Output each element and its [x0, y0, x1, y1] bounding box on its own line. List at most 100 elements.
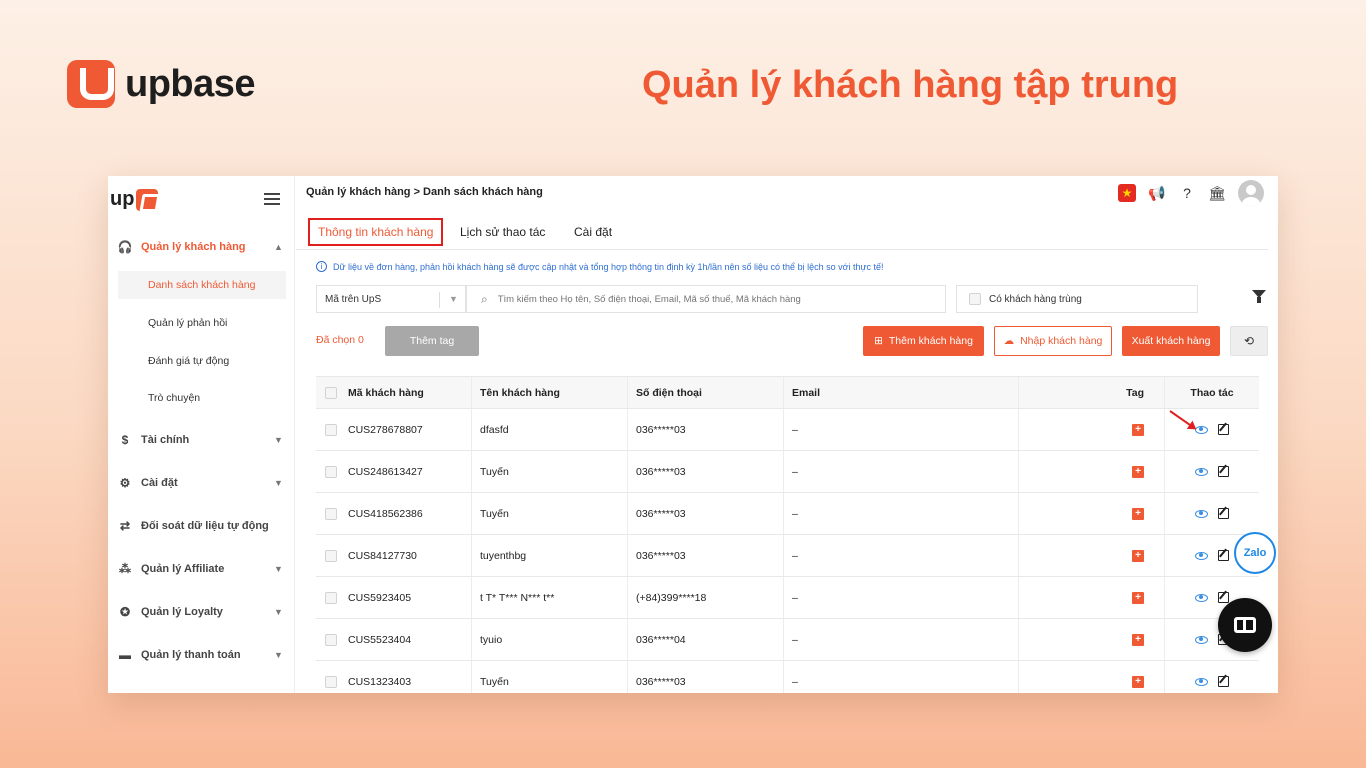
zalo-chat-widget[interactable]: Zalo — [1234, 532, 1276, 574]
sidebar-group-customers[interactable]: 🎧 Quản lý khách hàng ▲ — [108, 232, 295, 262]
cell-tag: + — [1019, 409, 1165, 450]
upbase-brand: upbase — [67, 60, 256, 108]
sidebar-item-feedback[interactable]: Quản lý phản hồi — [118, 309, 286, 337]
sidebar-item-customer-list[interactable]: Danh sách khách hàng — [118, 271, 286, 299]
view-eye-icon[interactable] — [1195, 677, 1208, 686]
headset-icon: 🎧 — [117, 240, 133, 254]
chevron-down-icon: ▼ — [274, 564, 283, 574]
award-icon: ✪ — [119, 605, 131, 619]
sidebar-logo-text: up — [110, 188, 135, 210]
main-content: Thông tin khách hàng Lịch sử thao tác Cà… — [296, 210, 1268, 693]
sidebar-item-auto-review[interactable]: Đánh giá tự động — [118, 347, 286, 375]
cell-actions — [1165, 661, 1259, 693]
cell-name: tuyenthbg — [472, 535, 628, 576]
add-tag-plus-icon[interactable]: + — [1132, 633, 1144, 646]
chat-fab-button[interactable] — [1218, 598, 1272, 652]
row-checkbox[interactable] — [325, 549, 337, 562]
sync-icon: ⇄ — [119, 519, 131, 533]
import-customer-button[interactable]: ☁ Nhập khách hàng — [994, 326, 1112, 356]
view-eye-icon[interactable] — [1195, 509, 1208, 518]
tabs: Thông tin khách hàng Lịch sử thao tác Cà… — [296, 210, 1268, 250]
ups-logo-icon — [136, 188, 159, 211]
edit-icon[interactable] — [1218, 676, 1229, 687]
row-checkbox-cell — [316, 409, 346, 450]
edit-icon[interactable] — [1218, 466, 1229, 477]
chevron-up-icon: ▲ — [274, 242, 283, 252]
chevron-down-icon: ▼ — [274, 435, 283, 445]
cell-email: – — [784, 619, 1019, 660]
cell-actions — [1165, 451, 1259, 492]
select-all-checkbox[interactable] — [325, 386, 337, 399]
add-tag-button[interactable]: Thêm tag — [385, 326, 479, 356]
sidebar-group-loyalty[interactable]: ✪ Quản lý Loyalty ▼ — [108, 597, 295, 627]
cell-actions — [1165, 493, 1259, 534]
search-input[interactable] — [497, 293, 918, 305]
table-row: CUS5523404 tyuio 036*****04– + — [316, 619, 1259, 661]
cell-phone: 036*****03 — [628, 409, 784, 450]
edit-icon[interactable] — [1218, 508, 1229, 519]
duplicate-checkbox[interactable] — [969, 293, 981, 305]
add-tag-plus-icon[interactable]: + — [1132, 549, 1144, 562]
edit-icon[interactable] — [1218, 550, 1229, 561]
view-eye-icon[interactable] — [1195, 467, 1208, 476]
table-row: CUS248613427 Tuyến 036*****03– + — [316, 451, 1259, 493]
duplicate-filter[interactable]: Có khách hàng trùng — [956, 285, 1198, 313]
add-tag-plus-icon[interactable]: + — [1132, 675, 1144, 688]
add-tag-plus-icon[interactable]: + — [1132, 591, 1144, 604]
cell-name: Tuyến — [472, 451, 628, 492]
add-customer-button[interactable]: ⊞ Thêm khách hàng — [863, 326, 984, 356]
cell-name: tyuio — [472, 619, 628, 660]
export-customer-button[interactable]: Xuất khách hàng — [1122, 326, 1220, 356]
row-checkbox[interactable] — [325, 423, 337, 436]
info-banner: i Dữ liệu về đơn hàng, phản hồi khách hà… — [316, 261, 884, 272]
vietnam-flag-icon[interactable]: ★ — [1118, 184, 1136, 202]
sidebar-group-finance[interactable]: $ Tài chính ▼ — [108, 425, 295, 455]
store-icon[interactable]: 🏛 — [1208, 185, 1226, 202]
add-tag-plus-icon[interactable]: + — [1132, 465, 1144, 478]
row-checkbox[interactable] — [325, 591, 337, 604]
table-row: CUS278678807 dfasfd 036*****03– + — [316, 409, 1259, 451]
header-phone: Số điện thoại — [628, 377, 784, 408]
sidebar-item-chat[interactable]: Trò chuyện — [118, 384, 286, 412]
row-checkbox[interactable] — [325, 465, 337, 478]
cell-email: – — [784, 493, 1019, 534]
sidebar-group-payment[interactable]: ▬ Quản lý thanh toán ▼ — [108, 640, 295, 670]
info-icon: i — [316, 261, 327, 272]
sidebar-group-affiliate[interactable]: ⁂ Quản lý Affiliate ▼ — [108, 554, 295, 584]
tab-history[interactable]: Lịch sử thao tác — [452, 218, 553, 246]
history-button[interactable]: ⟲ — [1230, 326, 1268, 356]
cell-code: CUS84127730 — [346, 535, 472, 576]
cell-name: Tuyến — [472, 661, 628, 693]
row-checkbox[interactable] — [325, 507, 337, 520]
cell-email: – — [784, 535, 1019, 576]
filter-icon[interactable] — [1252, 290, 1266, 303]
sidebar-logo[interactable]: up — [110, 188, 159, 211]
view-eye-icon[interactable] — [1195, 593, 1208, 602]
avatar[interactable] — [1238, 180, 1264, 206]
cloud-upload-icon: ☁ — [1003, 335, 1015, 347]
sidebar-group-settings[interactable]: ⚙ Cài đặt ▼ — [108, 468, 295, 498]
cell-code: CUS418562386 — [346, 493, 472, 534]
view-eye-icon[interactable] — [1195, 635, 1208, 644]
row-checkbox[interactable] — [325, 633, 337, 646]
select-divider — [439, 292, 440, 308]
search-field-select[interactable]: Mã trên UpS ▼ — [316, 285, 466, 313]
tab-customer-info[interactable]: Thông tin khách hàng — [308, 218, 444, 246]
cell-tag: + — [1019, 451, 1165, 492]
hamburger-menu-icon[interactable] — [264, 193, 280, 205]
sidebar-group-reconcile[interactable]: ⇄ Đối soát dữ liệu tự động — [108, 511, 295, 541]
cell-name: Tuyến — [472, 493, 628, 534]
add-tag-plus-icon[interactable]: + — [1132, 423, 1144, 436]
add-tag-plus-icon[interactable]: + — [1132, 507, 1144, 520]
tab-settings[interactable]: Cài đặt — [566, 218, 620, 246]
cell-code: CUS5923405 — [346, 577, 472, 618]
cell-email: – — [784, 577, 1019, 618]
edit-icon[interactable] — [1218, 592, 1229, 603]
header-tag: Tag — [1019, 377, 1165, 408]
help-icon[interactable]: ? — [1178, 185, 1196, 201]
row-checkbox[interactable] — [325, 675, 337, 688]
megaphone-icon[interactable]: 📢 — [1148, 185, 1166, 202]
edit-icon[interactable] — [1218, 424, 1229, 435]
cell-phone: 036*****03 — [628, 661, 784, 693]
view-eye-icon[interactable] — [1195, 551, 1208, 560]
